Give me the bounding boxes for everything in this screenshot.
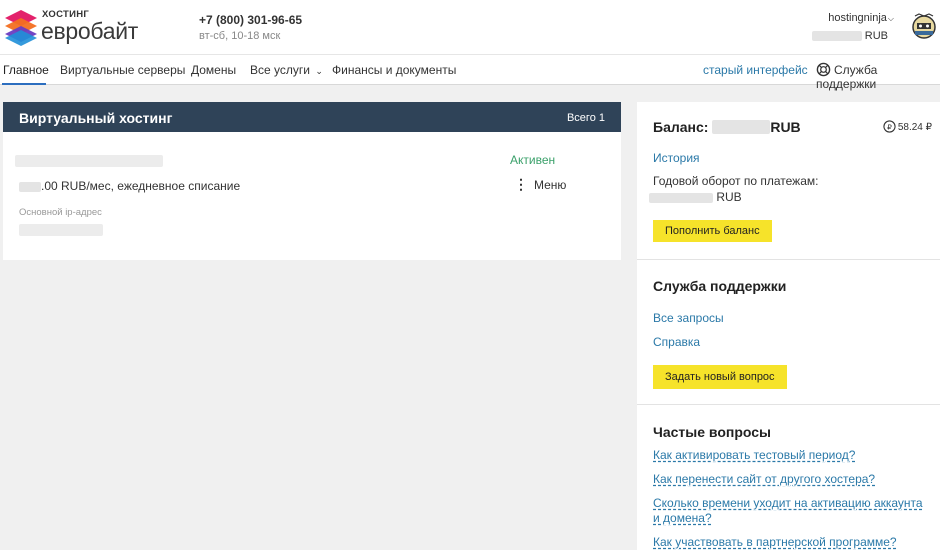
bonus-balance: ₽ 58.24 ₽: [883, 120, 932, 133]
support-link[interactable]: Служба поддержки: [816, 62, 940, 91]
hidden-turnover: [649, 192, 713, 203]
ruble-coin-icon: ₽: [883, 120, 896, 133]
brand-name[interactable]: евробайт: [41, 18, 138, 45]
turnover-label: Годовой оборот по платежам:: [653, 174, 819, 188]
faq-item[interactable]: Как перенести сайт от другого хостера?: [653, 472, 931, 487]
hidden-domain-name[interactable]: [15, 155, 163, 167]
hosting-card-header: Виртуальный хостинг Всего 1: [3, 102, 621, 132]
ip-label: Основной ip-адрес: [19, 207, 102, 218]
work-hours: вт-сб, 10-18 мск: [199, 30, 281, 42]
topup-button[interactable]: Пополнить баланс: [653, 220, 772, 242]
top-header: ХОСТИНГ евробайт +7 (800) 301-96-65 вт-с…: [0, 0, 940, 54]
nav-item-main[interactable]: Главное: [3, 63, 49, 77]
eurobyte-logo-icon[interactable]: [3, 8, 39, 46]
hidden-ip-address: [19, 224, 103, 236]
account-currency: RUB: [864, 30, 888, 42]
faq-title: Частые вопросы: [653, 424, 771, 440]
hidden-amount: [811, 31, 862, 42]
nav-item-vps[interactable]: Виртуальные серверы: [60, 63, 185, 77]
account-balance-short: RUB: [811, 30, 888, 42]
history-link[interactable]: История: [653, 151, 700, 165]
more-vertical-icon: ⋮: [514, 176, 528, 192]
balance-section: Баланс: RUB ₽ 58.24 ₽ История Годовой об…: [637, 102, 940, 260]
balance-currency: RUB: [770, 119, 801, 135]
status-badge: Активен: [510, 153, 556, 167]
hosting-card: Виртуальный хостинг Всего 1 Активен .00 …: [3, 102, 621, 260]
support-section: Служба поддержки Все запросы Справка Зад…: [637, 260, 940, 405]
bonus-balance-value: 58.24 ₽: [897, 122, 932, 133]
faq-item[interactable]: Сколько времени уходит на активацию акка…: [653, 496, 931, 526]
username: hostingninja: [828, 12, 887, 24]
chevron-down-icon: ⌵: [887, 14, 894, 23]
hidden-balance: [712, 120, 771, 134]
user-menu[interactable]: hostingninja⌵: [828, 12, 894, 24]
avatar-icon[interactable]: [910, 12, 938, 40]
hosting-total: Всего 1: [566, 112, 605, 124]
active-tab-indicator: [2, 83, 46, 85]
faq-item[interactable]: Как участвовать в партнерской программе?: [653, 535, 931, 550]
main-nav: Главное Виртуальные серверы Домены Все у…: [0, 54, 940, 91]
phone-number[interactable]: +7 (800) 301-96-65: [199, 13, 302, 27]
svg-text:₽: ₽: [887, 122, 892, 131]
turnover-currency: RUB: [716, 190, 742, 204]
nav-item-all-services-label: Все услуги: [250, 63, 310, 77]
hosting-price-text: .00 RUB/мес, ежедневное списание: [41, 179, 241, 193]
old-interface-link[interactable]: старый интерфейс: [703, 63, 808, 77]
help-link[interactable]: Справка: [653, 335, 700, 349]
hosting-menu-button[interactable]: ⋮ Меню: [514, 176, 566, 193]
new-request-button[interactable]: Задать новый вопрос: [653, 365, 787, 389]
hosting-title[interactable]: Виртуальный хостинг: [19, 110, 172, 126]
all-requests-link[interactable]: Все запросы: [653, 311, 724, 325]
hidden-price-amount: [19, 181, 41, 192]
lifebuoy-icon: [816, 62, 831, 77]
hosting-price: .00 RUB/мес, ежедневное списание: [19, 179, 240, 193]
nav-item-all-services[interactable]: Все услуги ⌄: [250, 63, 323, 77]
right-sidebar: Баланс: RUB ₽ 58.24 ₽ История Годовой об…: [637, 102, 940, 550]
faq-item[interactable]: Как активировать тестовый период?: [653, 448, 931, 463]
nav-item-domains[interactable]: Домены: [191, 63, 236, 77]
balance-title: Баланс: RUB: [653, 119, 801, 135]
chevron-down-icon: ⌄: [315, 66, 323, 76]
faq-section: Частые вопросы Как активировать тестовый…: [637, 405, 940, 550]
turnover-value: RUB: [649, 190, 742, 204]
balance-label: Баланс:: [653, 119, 709, 135]
hosting-menu-label: Меню: [534, 178, 567, 192]
support-title: Служба поддержки: [653, 278, 787, 294]
nav-item-finance[interactable]: Финансы и документы: [332, 63, 456, 77]
